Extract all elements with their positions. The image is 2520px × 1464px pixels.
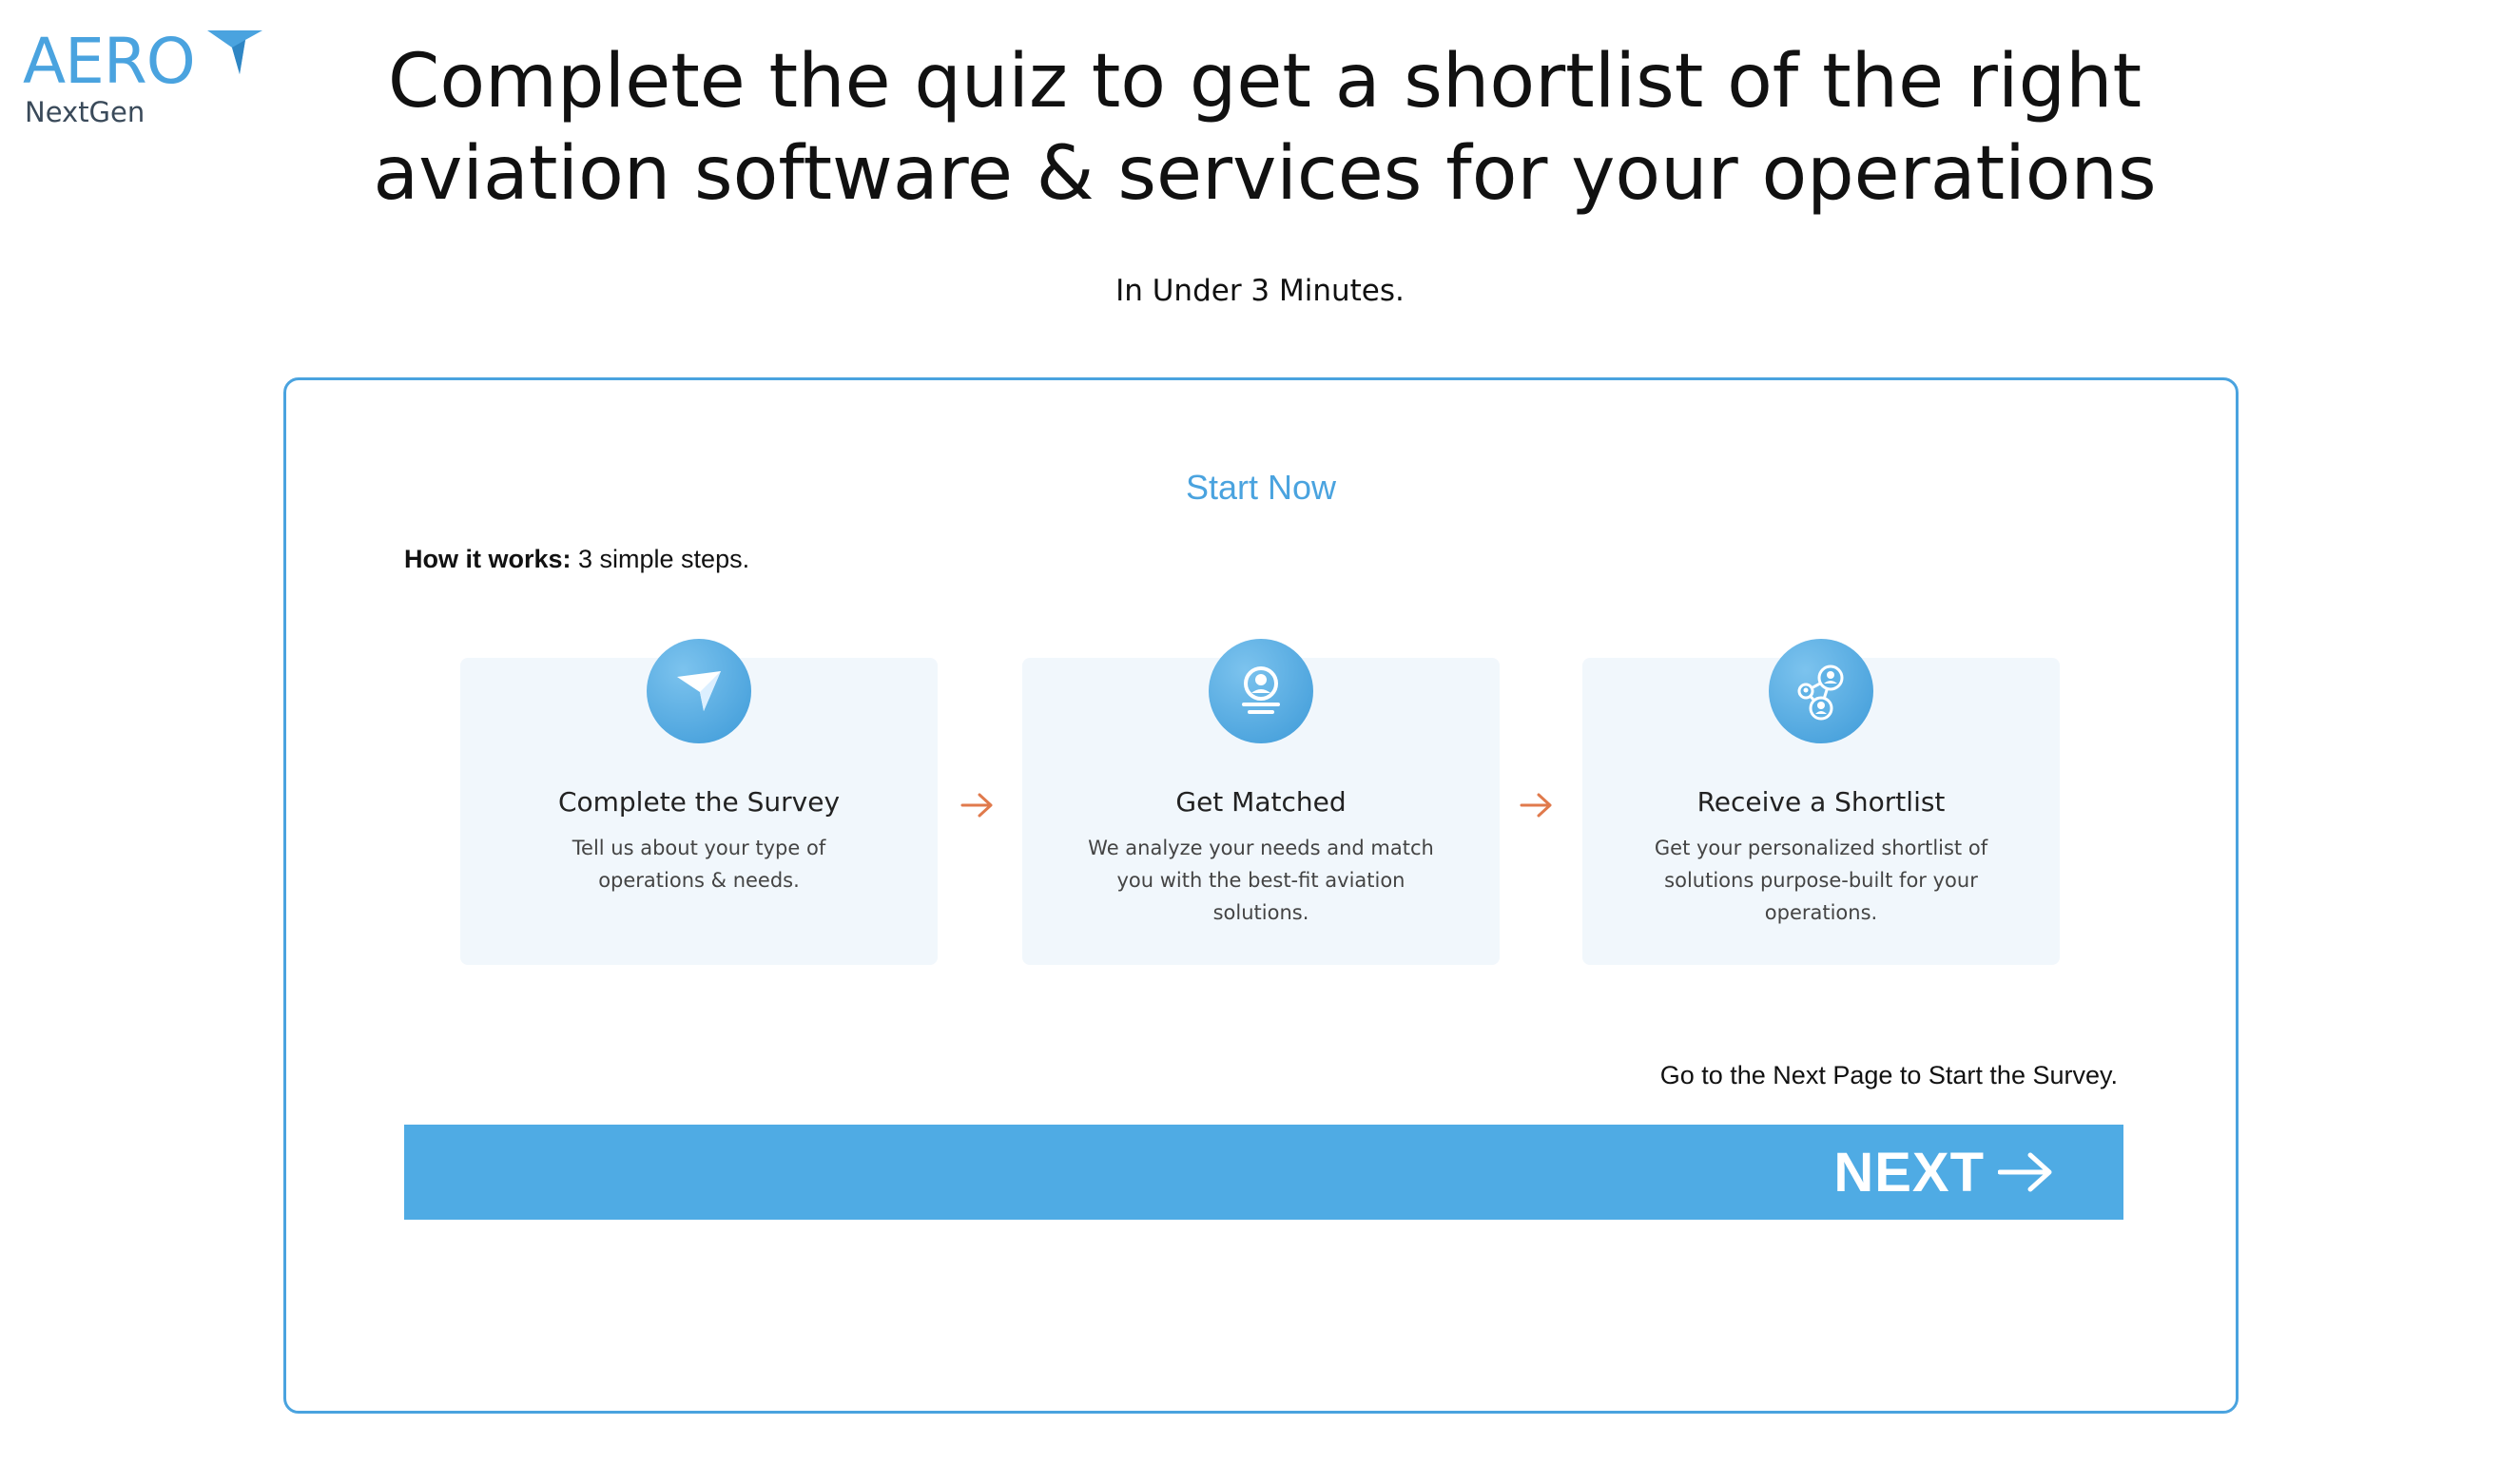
logo-word: AERO xyxy=(23,25,196,98)
how-it-works-text: How it works: 3 simple steps. xyxy=(404,545,749,574)
network-users-icon xyxy=(1769,639,1873,743)
start-now-heading: Start Now xyxy=(1185,468,1337,507)
quiz-landing-page: AERO NextGen Complete the quiz to get a … xyxy=(0,0,2520,1464)
how-it-works-label: How it works: xyxy=(404,545,572,573)
step-card-shortlist: Receive a Shortlist Get your personalize… xyxy=(1582,639,2060,965)
quiz-intro-card: Start Now How it works: 3 simple steps. … xyxy=(283,377,2239,1414)
step-description: Tell us about your type of operations & … xyxy=(572,837,826,892)
next-button-label: NEXT xyxy=(1833,1141,1985,1204)
logo-subtitle: NextGen xyxy=(25,96,145,128)
next-button[interactable]: NEXT xyxy=(404,1125,2123,1220)
headline-line-1: Complete the quiz to get a shortlist of … xyxy=(387,39,2142,125)
aero-nextgen-logo: AERO NextGen xyxy=(23,25,262,131)
step-description: We analyze your needs and match you with… xyxy=(1088,837,1434,924)
headline-line-2: aviation software & services for your op… xyxy=(373,131,2157,217)
next-button-content: NEXT xyxy=(1833,1125,2053,1220)
step-title: Complete the Survey xyxy=(557,786,841,818)
paper-plane-icon xyxy=(647,639,751,743)
user-match-icon xyxy=(1209,639,1313,743)
arrow-right-icon xyxy=(1520,793,1552,818)
arrow-right-icon xyxy=(1998,1152,2052,1192)
page-subline: In Under 3 Minutes. xyxy=(1115,274,1405,308)
page-headline: Complete the quiz to get a shortlist of … xyxy=(285,36,2244,221)
arrow-right-icon xyxy=(960,793,993,818)
step-title: Get Matched xyxy=(1175,786,1347,818)
step-title: Receive a Shortlist xyxy=(1696,786,1946,818)
logo-wing-icon xyxy=(207,30,262,74)
next-page-hint: Go to the Next Page to Start the Survey. xyxy=(1659,1061,2118,1089)
step-card-matched: Get Matched We analyze your needs and ma… xyxy=(1022,639,1500,965)
how-it-works-detail: 3 simple steps. xyxy=(571,545,750,573)
step-description: Get your personalized shortlist of solut… xyxy=(1654,837,1988,924)
step-card-survey: Complete the Survey Tell us about your t… xyxy=(460,639,938,965)
